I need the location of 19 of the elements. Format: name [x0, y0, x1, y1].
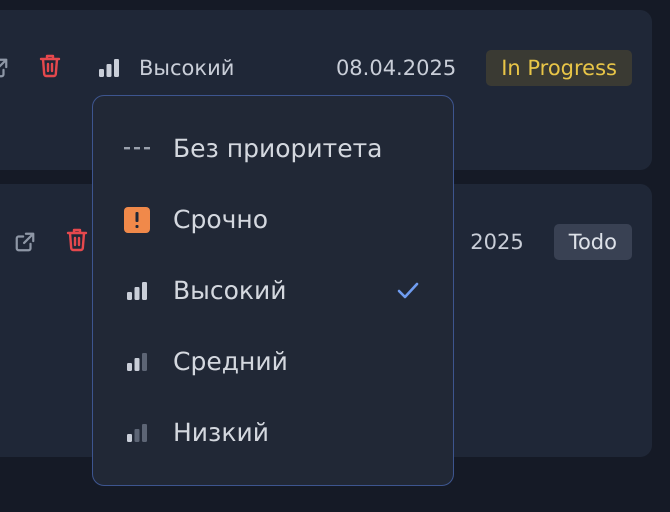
trash-icon[interactable]: [66, 228, 88, 252]
urgent-icon: [124, 206, 150, 232]
dashes-icon: [124, 147, 150, 150]
priority-bars-icon: [126, 352, 148, 370]
trash-icon[interactable]: [39, 54, 61, 78]
menu-item[interactable]: Высокий: [93, 255, 453, 326]
menu-item[interactable]: Низкий: [93, 397, 453, 468]
status-badge[interactable]: Todo: [554, 224, 632, 260]
external-link-icon[interactable]: [14, 231, 36, 253]
menu-item[interactable]: Срочно: [93, 184, 453, 255]
priority-bars-icon: [126, 424, 148, 442]
menu-item[interactable]: Средний: [93, 326, 453, 397]
menu-item[interactable]: Без приоритета: [93, 113, 453, 184]
priority-label[interactable]: Высокий: [139, 56, 234, 80]
priority-bars-icon: [126, 282, 148, 300]
status-badge[interactable]: In Progress: [486, 50, 632, 86]
due-date: 08.04.2025: [336, 56, 456, 80]
priority-bars-icon: [98, 59, 120, 77]
due-date: 2025: [470, 230, 524, 254]
